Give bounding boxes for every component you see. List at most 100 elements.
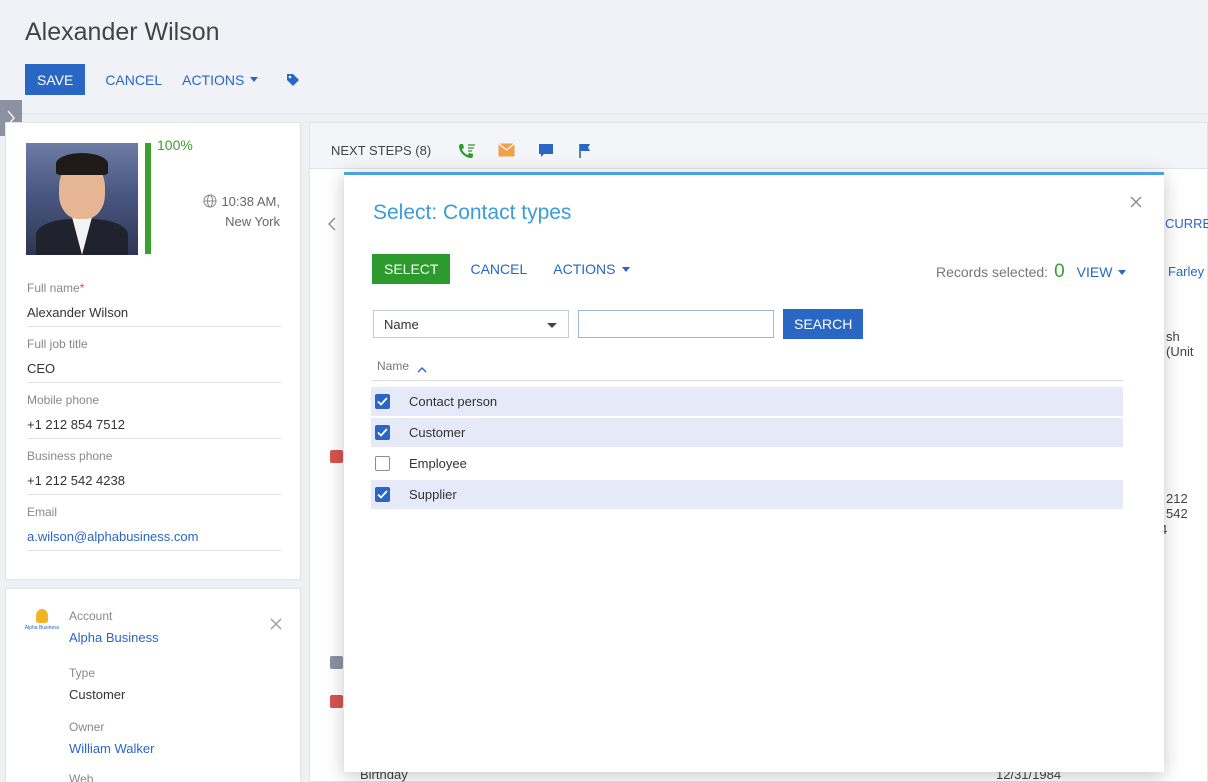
grid-header: Name: [371, 359, 1123, 381]
profile-completeness-fill: [145, 143, 151, 254]
collapse-icon[interactable]: [330, 450, 343, 463]
type-label: Type: [69, 666, 96, 680]
contact-photo[interactable]: [26, 143, 138, 255]
profile-card: 100% 10:38 AM, New York Full name* Alexa…: [5, 122, 301, 580]
dialog-actions-label: ACTIONS: [553, 261, 616, 277]
job-title-label: Full job title: [27, 337, 88, 351]
email-link[interactable]: a.wilson@alphabusiness.com: [27, 529, 281, 550]
expand-icon[interactable]: [330, 656, 343, 669]
bg-phone-value: 212 542: [1166, 491, 1188, 521]
page-header: Alexander Wilson SAVE CANCEL ACTIONS: [0, 0, 1208, 114]
close-icon[interactable]: [270, 617, 282, 635]
account-logo-text: Alpha Business: [24, 625, 60, 631]
web-label: Web: [69, 772, 94, 782]
actions-button[interactable]: ACTIONS: [182, 71, 259, 88]
local-time: 10:38 AM, New York: [196, 193, 280, 231]
filter-column-value: Name: [384, 316, 419, 332]
column-header-name[interactable]: Name: [377, 359, 409, 373]
records-selected: Records selected: 0 VIEW: [936, 261, 1127, 283]
dialog-cancel-button[interactable]: CANCEL: [470, 261, 527, 277]
full-name-label: Full name: [27, 281, 80, 295]
type-value: Customer: [69, 687, 126, 702]
bg-language-value: sh (Unit: [1166, 329, 1194, 359]
next-steps-tab[interactable]: NEXT STEPS (8): [331, 143, 431, 158]
account-label: Account: [69, 609, 113, 623]
chevron-down-icon: [621, 266, 630, 272]
required-marker: *: [79, 281, 85, 295]
checkbox-unchecked[interactable]: [375, 456, 390, 471]
full-name-field[interactable]: Full name* Alexander Wilson: [27, 281, 281, 327]
page-toolbar: SAVE CANCEL ACTIONS: [25, 64, 300, 95]
bg-link-farley[interactable]: Farley: [1168, 264, 1204, 279]
filter-row: Name SEARCH: [373, 309, 864, 339]
checkmark-icon: [377, 428, 388, 437]
list-item[interactable]: Contact person: [371, 387, 1123, 416]
profile-completeness-label: 100%: [157, 137, 193, 153]
filter-column-select[interactable]: Name: [373, 310, 569, 338]
account-logo: Alpha Business: [24, 609, 60, 639]
list-item[interactable]: Customer: [371, 418, 1123, 447]
checkbox-checked[interactable]: [375, 425, 390, 440]
owner-link[interactable]: William Walker: [69, 741, 154, 756]
full-name-value: Alexander Wilson: [27, 305, 129, 320]
job-title-field[interactable]: Full job title CEO: [27, 337, 281, 383]
search-button[interactable]: SEARCH: [783, 309, 864, 339]
save-button[interactable]: SAVE: [25, 64, 86, 95]
chevron-left-icon[interactable]: [328, 217, 336, 236]
list-item[interactable]: Employee: [371, 449, 1123, 478]
contact-types-list: Contact person Customer Employee Supplier: [371, 387, 1123, 511]
dialog-title: Select: Contact types: [373, 201, 572, 224]
checkmark-icon: [377, 490, 388, 499]
job-title-value: CEO: [27, 361, 56, 376]
collapse-icon[interactable]: [330, 695, 343, 708]
list-item-label: Customer: [409, 425, 466, 440]
dialog-cancel-label: CANCEL: [470, 261, 528, 277]
account-link[interactable]: Alpha Business: [69, 630, 159, 645]
chevron-down-icon: [250, 77, 259, 82]
sort-ascending-icon[interactable]: [417, 362, 427, 376]
tag-icon[interactable]: [286, 73, 300, 87]
account-card: Alpha Business Account Alpha Business Ty…: [5, 588, 301, 782]
list-item-label: Employee: [409, 456, 467, 471]
dialog-toolbar: SELECT CANCEL ACTIONS: [372, 254, 630, 284]
email-label: Email: [27, 505, 58, 519]
mobile-phone-label: Mobile phone: [27, 393, 100, 407]
records-selected-label: Records selected:: [936, 264, 1049, 280]
flag-icon[interactable]: [578, 143, 592, 164]
select-button[interactable]: SELECT: [372, 254, 451, 284]
close-icon[interactable]: [1130, 195, 1142, 213]
view-button[interactable]: VIEW: [1077, 264, 1127, 280]
checkmark-icon: [377, 397, 388, 406]
actions-label: ACTIONS: [182, 71, 245, 88]
globe-icon: [203, 194, 217, 213]
local-city: New York: [225, 214, 280, 229]
cancel-button[interactable]: CANCEL: [105, 72, 162, 88]
select-contact-types-dialog: Select: Contact types SELECT CANCEL ACTI…: [344, 172, 1164, 772]
view-label: VIEW: [1076, 264, 1113, 280]
local-time-value: 10:38 AM,: [221, 194, 280, 209]
search-input[interactable]: [578, 310, 774, 338]
profile-completeness-bar: [145, 143, 151, 254]
dialog-actions-button[interactable]: ACTIONS: [553, 261, 630, 277]
email-icon[interactable]: [498, 143, 515, 162]
phone-icon[interactable]: [458, 143, 476, 164]
records-selected-count: 0: [1054, 261, 1065, 282]
business-phone-value: +1 212 542 4238: [27, 473, 125, 488]
cancel-label: CANCEL: [105, 71, 163, 88]
lightbulb-icon: [36, 609, 48, 623]
tab-current[interactable]: CURRE: [1165, 216, 1208, 231]
checkbox-checked[interactable]: [375, 394, 390, 409]
page-title: Alexander Wilson: [25, 18, 220, 46]
email-field[interactable]: Email a.wilson@alphabusiness.com: [27, 505, 281, 551]
business-phone-field[interactable]: Business phone +1 212 542 4238: [27, 449, 281, 495]
next-steps-bar: NEXT STEPS (8): [309, 122, 1208, 168]
owner-label: Owner: [69, 720, 105, 734]
list-item-label: Contact person: [409, 394, 498, 409]
chat-icon[interactable]: [538, 143, 554, 164]
list-item[interactable]: Supplier: [371, 480, 1123, 509]
business-phone-label: Business phone: [27, 449, 113, 463]
mobile-phone-value: +1 212 854 7512: [27, 417, 125, 432]
mobile-phone-field[interactable]: Mobile phone +1 212 854 7512: [27, 393, 281, 439]
checkbox-checked[interactable]: [375, 487, 390, 502]
chevron-down-icon: [1118, 269, 1127, 275]
